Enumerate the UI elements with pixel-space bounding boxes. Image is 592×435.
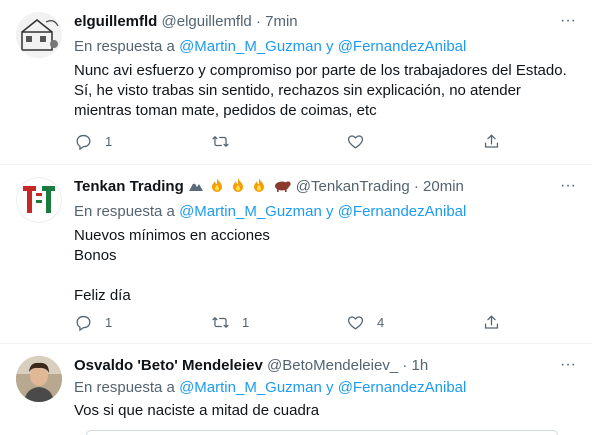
- tweet[interactable]: Osvaldo 'Beto' Mendeleiev @BetoMendeleie…: [0, 344, 592, 435]
- fire-icon: [230, 177, 246, 199]
- reply-count: 1: [105, 134, 113, 149]
- share-icon: [484, 315, 499, 329]
- reply-join: y: [326, 203, 334, 220]
- reply-button[interactable]: 1: [74, 313, 112, 332]
- more-options-icon[interactable]: ···: [558, 178, 578, 199]
- heart-icon: [347, 135, 364, 149]
- tweet-text: Nunc avi esfuerzo y compromiso por parte…: [74, 61, 574, 121]
- display-name[interactable]: elguillemfld: [74, 13, 157, 30]
- share-icon: [484, 134, 499, 148]
- tweet-line: Feliz día: [74, 287, 131, 304]
- tweet-line: Vos si que naciste a mitad de cuadra: [74, 402, 320, 419]
- photo-avatar-icon: [16, 356, 62, 402]
- retweet-icon: [212, 317, 229, 328]
- handle[interactable]: @TenkanTrading: [296, 178, 410, 195]
- fire-icon: [251, 177, 267, 199]
- handle[interactable]: @elguillemfld: [162, 13, 252, 30]
- separator: ·: [255, 13, 261, 30]
- fire-icon: [209, 177, 225, 199]
- reply-join: y: [326, 379, 334, 396]
- avatar[interactable]: [16, 356, 62, 402]
- reply-prefix: En respuesta a: [74, 38, 175, 55]
- tweet-line: Sí, he visto trabas sin sentido, rechazo…: [74, 82, 521, 99]
- display-name[interactable]: Tenkan Trading: [74, 178, 184, 195]
- reply-icon: [76, 134, 91, 151]
- timestamp[interactable]: 20min: [423, 178, 464, 195]
- tweet-header: Osvaldo 'Beto' Mendeleiev @BetoMendeleie…: [74, 356, 428, 376]
- tweet-line: Bonos: [74, 247, 117, 264]
- timestamp[interactable]: 1h: [412, 357, 429, 374]
- reply-join: y: [326, 38, 334, 55]
- tweet[interactable]: elguillemfld @elguillemfld · 7min ··· En…: [0, 0, 592, 165]
- tt-logo-icon: [23, 186, 55, 213]
- share-button[interactable]: [482, 132, 501, 151]
- retweet-icon: [212, 136, 229, 147]
- embedded-card-edge[interactable]: [86, 430, 558, 435]
- reply-context: En respuesta a @Martin_M_Guzman y @Ferna…: [74, 37, 466, 57]
- reply-mention[interactable]: @FernandezAnibal: [338, 38, 467, 55]
- sketch-avatar-icon: [16, 12, 62, 58]
- like-count: 4: [377, 315, 385, 330]
- reply-context: En respuesta a @Martin_M_Guzman y @Ferna…: [74, 378, 466, 398]
- reply-mention[interactable]: @Martin_M_Guzman: [179, 379, 322, 396]
- separator: ·: [402, 357, 408, 374]
- reply-icon: [76, 315, 91, 332]
- tweet-line: Nuevos mínimos en acciones: [74, 227, 270, 244]
- avatar[interactable]: [16, 177, 62, 223]
- avatar[interactable]: [16, 12, 62, 58]
- tweet-line: mientras toman mate, pedidos de coimas, …: [74, 102, 377, 119]
- reply-mention[interactable]: @Martin_M_Guzman: [179, 38, 322, 55]
- reply-context: En respuesta a @Martin_M_Guzman y @Ferna…: [74, 202, 466, 222]
- reply-prefix: En respuesta a: [74, 203, 175, 220]
- tweet[interactable]: Tenkan Trading @TenkanTrading · 20min ··…: [0, 165, 592, 344]
- separator: ·: [413, 178, 419, 195]
- tweet-header: Tenkan Trading @TenkanTrading · 20min: [74, 177, 464, 199]
- reply-button[interactable]: 1: [74, 132, 112, 151]
- tweet-line: [74, 266, 574, 286]
- more-options-icon[interactable]: ···: [558, 13, 578, 34]
- retweet-count: 1: [242, 315, 250, 330]
- tweet-text: Vos si que naciste a mitad de cuadra: [74, 401, 574, 421]
- reply-count: 1: [105, 315, 113, 330]
- reply-mention[interactable]: @FernandezAnibal: [338, 379, 467, 396]
- mountain-icon: [188, 177, 204, 199]
- heart-icon: [347, 316, 364, 330]
- tweet-actions: 1: [74, 132, 504, 152]
- tweet-text: Nuevos mínimos en acciones Bonos Feliz d…: [74, 226, 574, 306]
- tweet-header: elguillemfld @elguillemfld · 7min: [74, 12, 298, 32]
- bull-icon: [273, 177, 291, 199]
- reply-prefix: En respuesta a: [74, 379, 175, 396]
- retweet-button[interactable]: [211, 132, 242, 151]
- like-button[interactable]: 4: [346, 313, 384, 332]
- like-button[interactable]: [346, 132, 377, 151]
- more-options-icon[interactable]: ···: [558, 357, 578, 378]
- display-name[interactable]: Osvaldo 'Beto' Mendeleiev: [74, 357, 263, 374]
- share-button[interactable]: [482, 313, 501, 332]
- retweet-button[interactable]: 1: [211, 313, 249, 332]
- reply-mention[interactable]: @FernandezAnibal: [338, 203, 467, 220]
- tweet-actions: 1 1 4: [74, 313, 504, 333]
- handle[interactable]: @BetoMendeleiev_: [267, 357, 398, 374]
- reply-mention[interactable]: @Martin_M_Guzman: [179, 203, 322, 220]
- tweet-line: Nunc avi esfuerzo y compromiso por parte…: [74, 62, 567, 79]
- timestamp[interactable]: 7min: [265, 13, 298, 30]
